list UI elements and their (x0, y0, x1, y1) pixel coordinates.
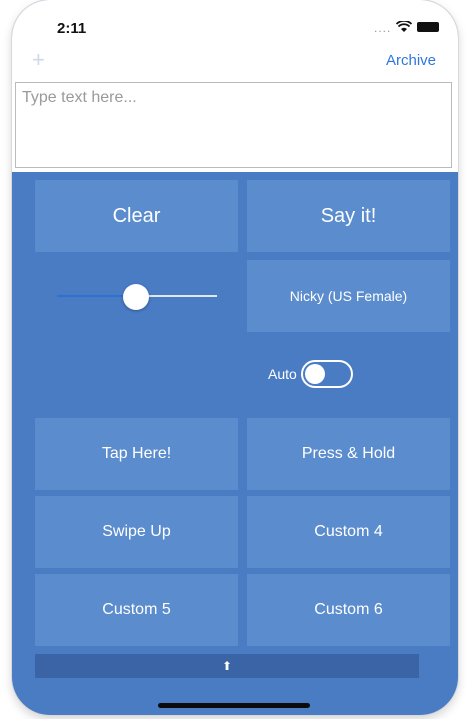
auto-label: Auto (268, 366, 297, 382)
expand-bar[interactable]: ⬆ (35, 654, 419, 678)
tap-here-button[interactable]: Tap Here! (35, 418, 238, 490)
custom-6-button[interactable]: Custom 6 (247, 574, 450, 646)
auto-toggle[interactable] (300, 360, 353, 388)
say-it-button[interactable]: Say it! (247, 180, 450, 252)
plus-icon[interactable]: + (32, 49, 45, 71)
slider-thumb[interactable] (123, 284, 149, 310)
custom-4-button[interactable]: Custom 4 (247, 496, 450, 568)
swipe-up-button[interactable]: Swipe Up (35, 496, 238, 568)
press-hold-button[interactable]: Press & Hold (247, 418, 450, 490)
home-indicator[interactable] (158, 703, 310, 708)
voice-select-button[interactable]: Nicky (US Female) (247, 260, 450, 332)
custom-5-button[interactable]: Custom 5 (35, 574, 238, 646)
text-input[interactable] (16, 83, 451, 167)
auto-toggle-row: Auto (268, 360, 353, 388)
status-bar: 2:11 .... (12, 0, 458, 40)
up-arrow-icon: ⬆ (221, 659, 233, 673)
wifi-icon (395, 20, 413, 36)
archive-button[interactable]: Archive (386, 52, 436, 69)
signal-indicator: .... (374, 21, 392, 35)
phone-frame: 2:11 .... + Archive Clear Say it! Nicky … (12, 0, 458, 715)
battery-icon (417, 22, 439, 32)
text-input-box (15, 82, 452, 168)
header-area: 2:11 .... + Archive (12, 0, 458, 172)
nav-bar: + Archive (12, 42, 458, 78)
status-time: 2:11 (57, 20, 87, 37)
clear-button[interactable]: Clear (35, 180, 238, 252)
toggle-knob (304, 364, 325, 384)
